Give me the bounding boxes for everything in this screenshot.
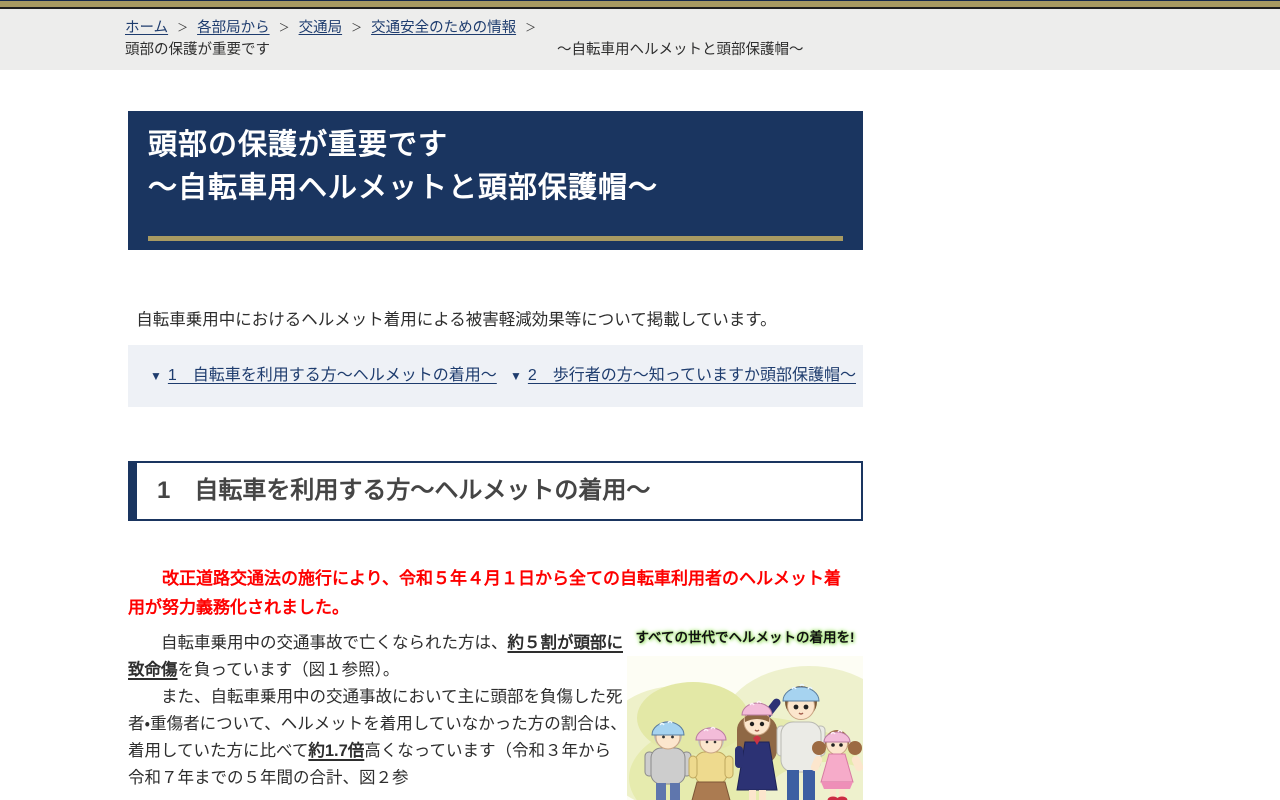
down-triangle-icon: ▼ [150, 369, 162, 383]
breadcrumb-current-subtitle: ～自転車用ヘルメットと頭部保護帽～ [557, 42, 804, 58]
main-content: 頭部の保護が重要です ～自転車用ヘルメットと頭部保護帽～ 自転車乗用中におけるヘ… [128, 111, 863, 800]
figure-caption: すべての世代でヘルメットの着用を! [635, 630, 855, 645]
breadcrumb-link-traffic-safety-info[interactable]: 交通安全のための情報 [371, 20, 516, 36]
text-run: を負っています（図１参照）。 [177, 661, 400, 679]
breadcrumb-separator-icon: ＞ [525, 22, 537, 34]
toc-box: ▼ 1 自転車を利用する方～ヘルメットの着用～ ▼ 2 歩行者の方～知っていますか頭… [128, 345, 863, 407]
emphasis-ratio: 約1.7倍 [308, 742, 365, 760]
title-gold-stripe [148, 236, 843, 241]
intro-text: 自転車乗用中におけるヘルメット着用による被害軽減効果等について掲載しています。 [136, 311, 777, 329]
breadcrumb-link-home[interactable]: ホーム [125, 20, 168, 36]
page-title-line1: 頭部の保護が重要です [148, 129, 449, 161]
section1-heading: 1 自転車を利用する方～ヘルメットの着用～ [128, 461, 863, 521]
breadcrumb-separator-icon: ＞ [278, 22, 290, 34]
page: ホーム ＞ 各部局から ＞ 交通局 ＞ 交通安全のための情報 ＞ 頭部の保護が重要です ～自転車… [0, 0, 1280, 800]
toc-item-2: ▼ 2 歩行者の方～知っていますか頭部保護帽～ [510, 362, 863, 390]
breadcrumb-separator-icon: ＞ [351, 22, 363, 34]
toc-link-section1[interactable]: 1 自転車を利用する方～ヘルメットの着用～ [168, 367, 497, 384]
law-notice-text: 改正道路交通法の施行により、令和５年４月１日から全ての自転車利用者のヘルメット着… [128, 569, 841, 617]
breadcrumb-current: 頭部の保護が重要です ～自転車用ヘルメットと頭部保護帽～ [125, 40, 1280, 61]
breadcrumb-current-title: 頭部の保護が重要です [125, 42, 270, 58]
family-helmets-illustration [627, 656, 863, 800]
breadcrumb-band: ホーム ＞ 各部局から ＞ 交通局 ＞ 交通安全のための情報 ＞ 頭部の保護が重要です ～自転車… [0, 9, 1280, 70]
page-title-line2: ～自転車用ヘルメットと頭部保護帽～ [148, 172, 659, 204]
breadcrumb-separator-icon: ＞ [177, 22, 189, 34]
text-run: 自転車乗用中の交通事故で亡くなられた方は、 [144, 634, 508, 652]
page-title-banner: 頭部の保護が重要です ～自転車用ヘルメットと頭部保護帽～ [128, 111, 863, 250]
toc-item-1: ▼ 1 自転車を利用する方～ヘルメットの着用～ [150, 362, 503, 390]
breadcrumb-link-traffic-bureau[interactable]: 交通局 [299, 20, 343, 36]
toc-link-section2[interactable]: 2 歩行者の方～知っていますか頭部保護帽～ [528, 367, 856, 384]
down-triangle-icon: ▼ [510, 369, 522, 383]
top-accent-bar [0, 0, 1280, 9]
page-title: 頭部の保護が重要です ～自転車用ヘルメットと頭部保護帽～ [148, 124, 843, 210]
breadcrumb: ホーム ＞ 各部局から ＞ 交通局 ＞ 交通安全のための情報 ＞ [125, 18, 1280, 39]
breadcrumb-link-departments[interactable]: 各部局から [197, 20, 270, 36]
helmet-campaign-figure: すべての世代でヘルメットの着用を! [627, 626, 863, 800]
